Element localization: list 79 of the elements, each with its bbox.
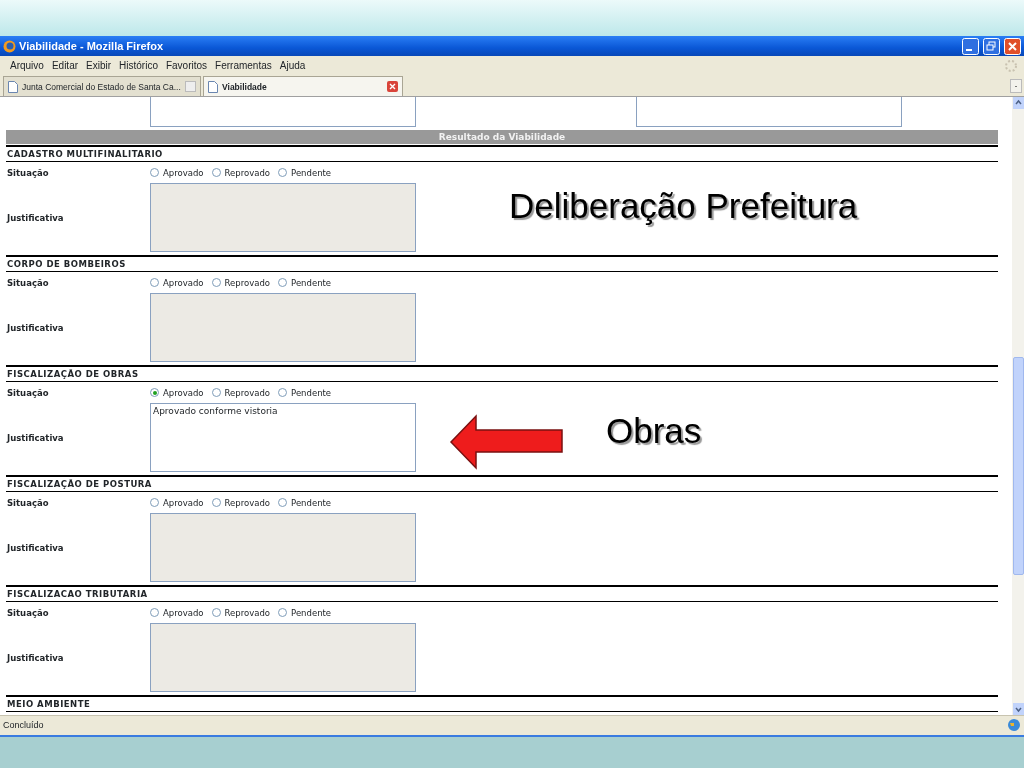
radio-button[interactable] — [150, 278, 159, 287]
throbber-icon — [1004, 58, 1018, 73]
radio-button[interactable] — [278, 168, 288, 177]
close-button[interactable] — [1004, 37, 1021, 55]
field-label: Situação — [6, 167, 50, 178]
radio-button[interactable] — [211, 608, 221, 617]
radio-button[interactable] — [211, 278, 221, 287]
restore-button[interactable] — [983, 37, 1000, 55]
option-label: Aprovado — [163, 167, 204, 178]
radio-button[interactable] — [150, 388, 159, 397]
radio-button[interactable] — [278, 278, 288, 287]
option-label: Reprovado — [224, 607, 271, 618]
radio-button[interactable] — [278, 608, 288, 617]
page-icon — [8, 80, 18, 93]
field-label: Justificativa — [6, 212, 65, 223]
scrollbar-thumb[interactable] — [1012, 357, 1024, 575]
window-title: Viabilidade - Mozilla Firefox — [19, 40, 164, 52]
radio-button[interactable] — [211, 498, 221, 507]
field-label: Justificativa — [6, 432, 65, 443]
field-label: Justificativa — [6, 542, 65, 553]
arrow-icon — [449, 414, 565, 470]
section-title: FISCALIZACAO TRIBUTARIA — [6, 587, 998, 602]
menu-item[interactable]: Ajuda — [275, 60, 310, 71]
option-label: Reprovado — [224, 167, 271, 178]
radio-button[interactable] — [278, 388, 288, 397]
section-title: MEIO AMBIENTE — [6, 697, 998, 712]
field-label: Situação — [6, 387, 50, 398]
scrollbar[interactable] — [1012, 97, 1024, 715]
annotation-text: Deliberação Prefeitura — [509, 186, 858, 226]
menu-item[interactable]: Arquivo — [6, 60, 48, 71]
section-title: FISCALIZAÇÃO DE POSTURA — [6, 477, 998, 492]
browser-tab[interactable]: Junta Comercial do Estado de Santa Ca... — [3, 76, 201, 96]
field-label: Justificativa — [6, 322, 65, 333]
option-label: Reprovado — [224, 497, 271, 508]
section-title: CADASTRO MULTIFINALITARIO — [6, 147, 998, 162]
menu-item[interactable]: Histórico — [115, 60, 162, 71]
menu-item[interactable]: Editar — [47, 60, 83, 71]
option-label: Reprovado — [224, 277, 271, 288]
option-label: Pendente — [291, 387, 332, 398]
option-label: Aprovado — [163, 607, 204, 618]
text-area[interactable]: Aprovado conforme vistoria — [150, 403, 416, 472]
radio-button[interactable] — [150, 608, 159, 617]
field-label: Justificativa — [6, 652, 65, 663]
menu-item[interactable]: Ferramentas — [211, 60, 276, 71]
section-title: CORPO DE BOMBEIROS — [6, 257, 998, 272]
field-label: Situação — [6, 277, 50, 288]
option-label: Pendente — [291, 497, 332, 508]
field-label: Situação — [6, 497, 50, 508]
radio-button[interactable] — [211, 388, 221, 397]
text-area[interactable] — [150, 183, 416, 252]
menu-item[interactable]: Favoritos — [161, 60, 212, 71]
field-label: Situação — [6, 607, 50, 618]
status-text: Concluído — [3, 719, 44, 730]
text-area[interactable] — [150, 513, 416, 582]
section-header-bar: Resultado da Viabilidade — [6, 130, 998, 144]
browser-tab[interactable]: Viabilidade — [203, 76, 403, 96]
page-icon — [208, 80, 218, 93]
text-area[interactable] — [150, 623, 416, 692]
radio-button[interactable] — [150, 168, 159, 177]
radio-button[interactable] — [211, 168, 221, 177]
option-label: Aprovado — [163, 277, 204, 288]
option-label: Aprovado — [163, 387, 204, 398]
option-label: Pendente — [291, 607, 332, 618]
scroll-down-icon[interactable] — [1012, 703, 1024, 715]
option-label: Pendente — [291, 167, 332, 178]
radio-button[interactable] — [150, 498, 159, 507]
menu-item[interactable]: Exibir — [82, 60, 116, 71]
annotation-text: Obras — [606, 411, 702, 451]
text-area[interactable] — [150, 97, 416, 127]
option-label: Reprovado — [224, 387, 271, 398]
option-label: Pendente — [291, 277, 332, 288]
minimize-button[interactable] — [962, 37, 979, 55]
section-title: FISCALIZAÇÃO DE OBRAS — [6, 367, 998, 382]
scroll-up-icon[interactable] — [1012, 97, 1024, 109]
text-area[interactable] — [150, 293, 416, 362]
radio-button[interactable] — [278, 498, 288, 507]
globe-icon — [1007, 717, 1021, 732]
text-area[interactable] — [636, 97, 902, 127]
option-label: Aprovado — [163, 497, 204, 508]
